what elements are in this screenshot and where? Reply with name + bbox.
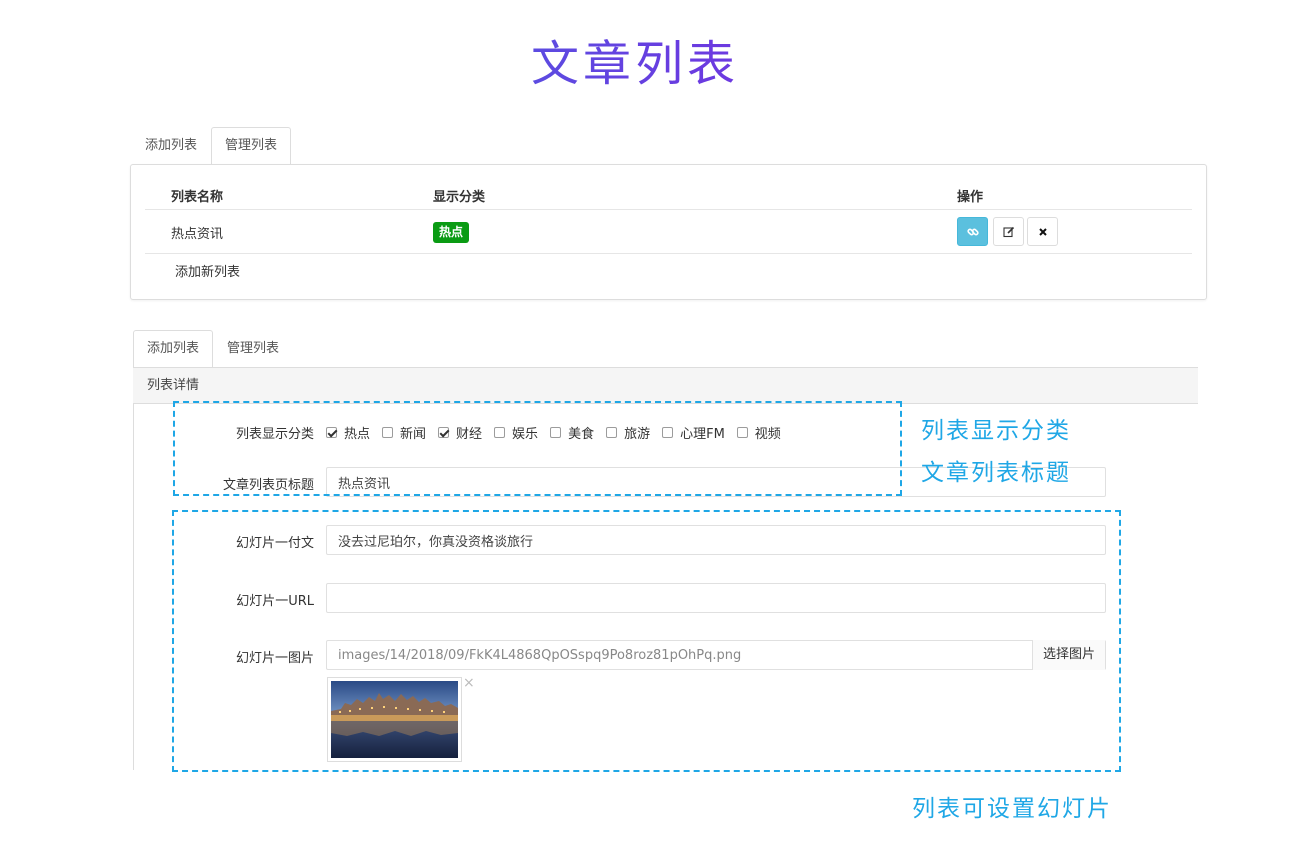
- delete-button[interactable]: [1027, 217, 1058, 246]
- link-button[interactable]: [957, 217, 988, 246]
- annotation-title: 文章列表标题: [921, 460, 1071, 486]
- column-header-name: 列表名称: [171, 190, 224, 205]
- tab-manage-list[interactable]: 管理列表: [213, 330, 294, 367]
- tab-manage-list[interactable]: 管理列表: [211, 127, 292, 164]
- edit-button[interactable]: [993, 217, 1024, 246]
- category-badge: 热点: [433, 222, 470, 243]
- annotation-categories: 列表显示分类: [921, 418, 1071, 444]
- list-manage-panel: 列表名称 显示分类 操作 热点资讯 热点 添加新列表: [130, 164, 1207, 300]
- link-icon: [966, 228, 979, 235]
- list-detail-header: 列表详情: [133, 367, 1198, 404]
- column-header-category: 显示分类: [433, 190, 486, 205]
- panel-border: [133, 404, 134, 770]
- categories-highlight-box: [173, 401, 902, 496]
- top-tabs: 添加列表 管理列表: [131, 127, 292, 164]
- slides-highlight-box: [172, 510, 1121, 772]
- annotation-slides: 列表可设置幻灯片: [912, 796, 1112, 822]
- table-divider: [145, 253, 1192, 254]
- table-divider: [145, 209, 1192, 210]
- tab-add-list[interactable]: 添加列表: [133, 330, 214, 367]
- bottom-tabs: 添加列表 管理列表: [133, 330, 294, 367]
- column-header-actions: 操作: [957, 190, 984, 205]
- page-title: 文章列表: [0, 34, 1270, 94]
- add-new-list-link[interactable]: 添加新列表: [175, 261, 240, 280]
- tab-add-list[interactable]: 添加列表: [131, 127, 212, 164]
- edit-icon: [1002, 226, 1014, 237]
- close-icon: [1038, 227, 1047, 236]
- list-name: 热点资讯: [171, 227, 224, 242]
